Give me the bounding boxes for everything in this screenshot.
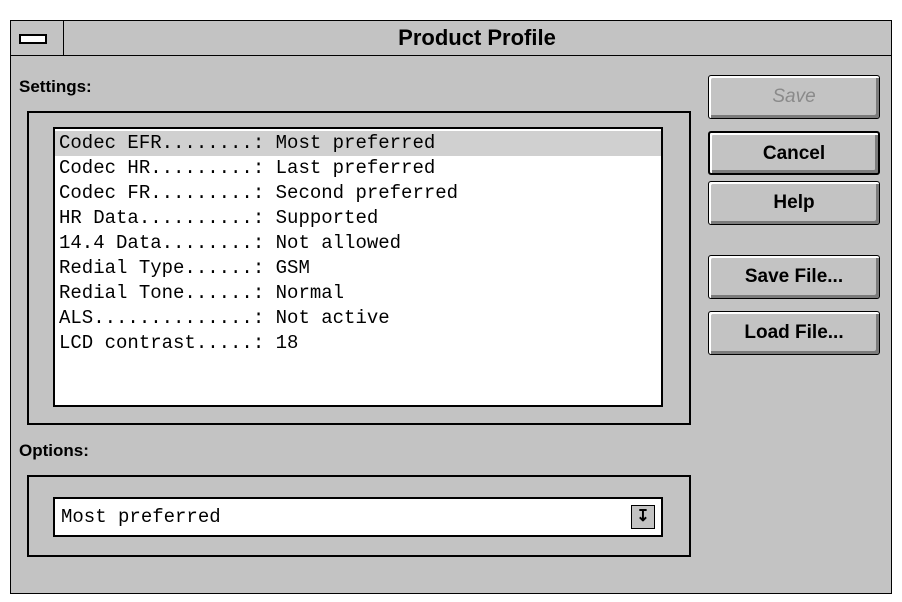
settings-list-item[interactable]: Codec EFR........: Most preferred [55, 131, 661, 156]
settings-list-item[interactable]: 14.4 Data........: Not allowed [55, 231, 661, 256]
settings-list-item[interactable]: Codec HR.........: Last preferred [55, 156, 661, 181]
settings-list-item[interactable]: HR Data..........: Supported [55, 206, 661, 231]
save-button[interactable]: Save [708, 75, 880, 119]
product-profile-dialog: Product Profile Settings: Codec EFR.....… [10, 20, 892, 594]
settings-list-item[interactable]: Redial Tone......: Normal [55, 281, 661, 306]
options-dropdown[interactable]: Most preferred ↧ [53, 497, 663, 537]
cancel-button[interactable]: Cancel [708, 131, 880, 175]
title-bar: Product Profile [11, 21, 891, 56]
settings-label: Settings: [19, 77, 92, 96]
settings-list[interactable]: Codec EFR........: Most preferred Codec … [53, 127, 663, 407]
options-label: Options: [19, 441, 89, 460]
save-file-button[interactable]: Save File... [708, 255, 880, 299]
settings-list-item[interactable]: LCD contrast.....: 18 [55, 331, 661, 356]
load-file-button[interactable]: Load File... [708, 311, 880, 355]
settings-list-item[interactable]: ALS..............: Not active [55, 306, 661, 331]
system-menu-button[interactable] [11, 21, 64, 55]
options-dropdown-value: Most preferred [61, 506, 221, 528]
settings-list-item[interactable]: Codec FR.........: Second preferred [55, 181, 661, 206]
settings-list-item[interactable]: Redial Type......: GSM [55, 256, 661, 281]
down-arrow-icon[interactable]: ↧ [631, 505, 655, 529]
help-button[interactable]: Help [708, 181, 880, 225]
window-title: Product Profile [398, 25, 556, 50]
system-menu-icon [19, 34, 47, 44]
